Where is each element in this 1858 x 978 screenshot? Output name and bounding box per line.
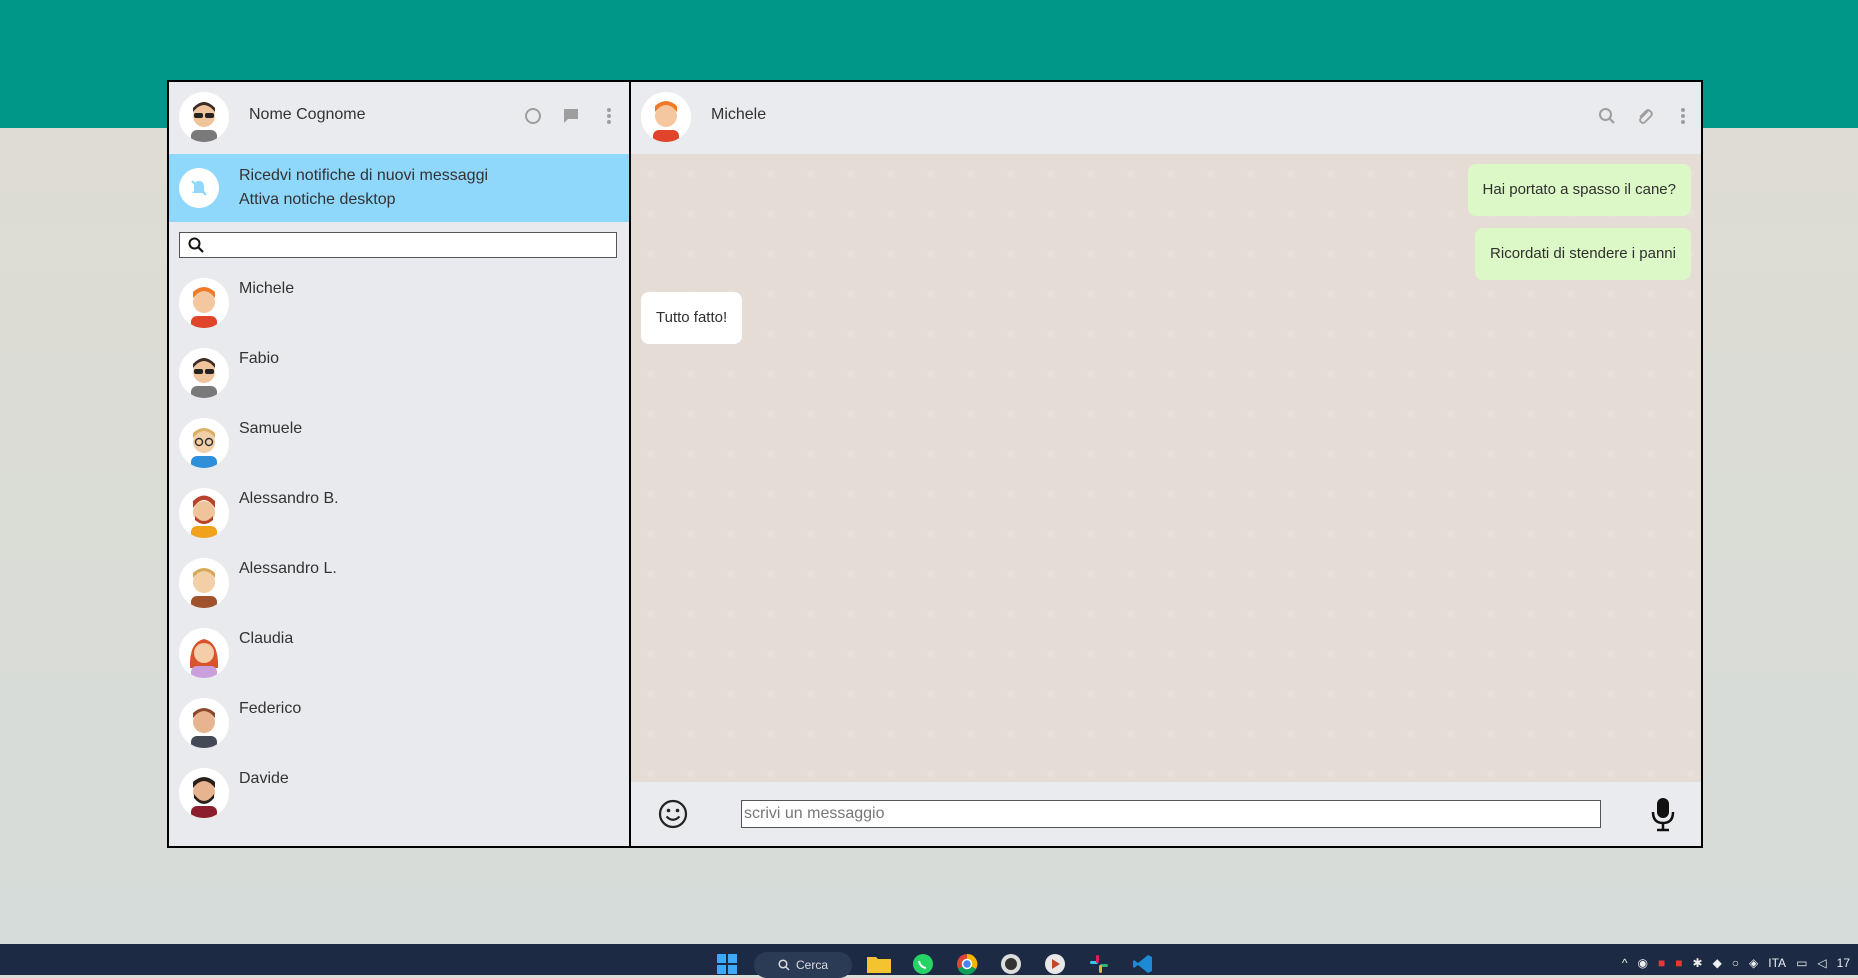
paperclip-icon[interactable] bbox=[1635, 106, 1655, 126]
contact-avatar bbox=[179, 278, 229, 328]
contact-avatar bbox=[179, 558, 229, 608]
contact-item-claudia[interactable]: Claudia bbox=[169, 620, 629, 690]
contact-name: Michele bbox=[239, 280, 295, 297]
tray-app-icon[interactable]: ■ bbox=[1658, 956, 1665, 970]
sidebar: Nome Cognome Ricedvi notifiche di nuovi … bbox=[169, 82, 631, 846]
chrome-icon[interactable] bbox=[954, 953, 980, 975]
contact-name: Federico bbox=[239, 700, 302, 717]
menu-dots-icon[interactable] bbox=[599, 106, 619, 126]
status-icon[interactable] bbox=[523, 106, 543, 126]
contact-avatar bbox=[179, 488, 229, 538]
windows-start-icon[interactable] bbox=[716, 954, 738, 974]
media-player-icon[interactable] bbox=[1042, 954, 1068, 974]
contact-name: Fabio bbox=[239, 350, 280, 367]
new-chat-icon[interactable] bbox=[561, 106, 581, 126]
user-name: Nome Cognome bbox=[249, 106, 366, 123]
system-tray: ^ ◉ ■ ■ ✱ ◆ ○ ◈ ITA ▭ ◁ 17 bbox=[1622, 956, 1858, 970]
contact-avatar bbox=[179, 698, 229, 748]
chat-header: Michele bbox=[631, 82, 1701, 154]
contact-name: Alessandro L. bbox=[239, 560, 337, 577]
contact-item-samuele[interactable]: Samuele bbox=[169, 410, 629, 480]
contact-name: Samuele bbox=[239, 420, 303, 437]
contact-avatar bbox=[179, 768, 229, 818]
contact-name: Claudia bbox=[239, 630, 294, 647]
contact-item-federico[interactable]: Federico bbox=[169, 690, 629, 760]
clock-time[interactable]: 17 bbox=[1837, 956, 1850, 970]
contact-item-alessandro-l[interactable]: Alessandro L. bbox=[169, 550, 629, 620]
contact-avatar bbox=[179, 418, 229, 468]
chat-app: Nome Cognome Ricedvi notifiche di nuovi … bbox=[167, 80, 1703, 848]
taskbar-search-label: Cerca bbox=[795, 958, 828, 972]
message-bubble-sent: Ricordati di stendere i panni bbox=[1475, 228, 1691, 280]
contact-name: Davide bbox=[239, 770, 289, 787]
steam-icon[interactable]: ◉ bbox=[1638, 956, 1648, 970]
user-avatar[interactable] bbox=[179, 92, 229, 142]
slack-tray-icon[interactable]: ✱ bbox=[1693, 956, 1703, 970]
search-icon bbox=[778, 959, 790, 971]
circle-icon[interactable]: ○ bbox=[1732, 956, 1739, 970]
tray-app-icon[interactable]: ■ bbox=[1675, 956, 1682, 970]
composer bbox=[631, 782, 1701, 846]
emoji-icon[interactable] bbox=[657, 798, 689, 830]
chevron-up-icon[interactable]: ^ bbox=[1622, 956, 1628, 970]
file-explorer-icon[interactable] bbox=[866, 954, 892, 974]
message-bubble-sent: Hai portato a spasso il cane? bbox=[1467, 164, 1691, 216]
message-list: Hai portato a spasso il cane? Ricordati … bbox=[631, 154, 1701, 782]
notification-banner[interactable]: Ricedvi notifiche di nuovi messaggi Atti… bbox=[169, 154, 629, 222]
volume-icon[interactable]: ◁ bbox=[1817, 956, 1826, 970]
chat-contact-name: Michele bbox=[711, 106, 767, 123]
os-taskbar: Cerca ^ ◉ ■ ■ ✱ ◆ ○ ◈ ITA ▭ ◁ 17 bbox=[0, 944, 1858, 978]
whatsapp-icon[interactable] bbox=[910, 954, 936, 974]
menu-dots-icon[interactable] bbox=[1673, 106, 1693, 126]
message-bubble-received: Tutto fatto! bbox=[641, 292, 743, 344]
shield-icon[interactable]: ◈ bbox=[1749, 956, 1758, 970]
notification-link[interactable]: Attiva notiche desktop bbox=[239, 191, 396, 209]
search-input[interactable] bbox=[210, 235, 614, 257]
slack-icon[interactable] bbox=[1086, 954, 1112, 974]
contact-item-davide[interactable]: Davide bbox=[169, 760, 629, 830]
contact-search bbox=[179, 232, 617, 258]
sidebar-header-actions bbox=[523, 106, 619, 126]
contact-item-alessandro-b[interactable]: Alessandro B. bbox=[169, 480, 629, 550]
dropbox-icon[interactable]: ◆ bbox=[1713, 956, 1722, 970]
contact-avatar bbox=[179, 348, 229, 398]
chat-header-actions bbox=[1597, 106, 1693, 126]
notification-title: Ricedvi notifiche di nuovi messaggi bbox=[239, 167, 489, 184]
taskbar-search[interactable]: Cerca bbox=[754, 952, 852, 978]
vscode-icon[interactable] bbox=[1130, 954, 1156, 974]
search-icon bbox=[188, 237, 204, 253]
contact-avatar bbox=[179, 628, 229, 678]
chat-contact-avatar[interactable] bbox=[641, 92, 691, 142]
microphone-icon[interactable] bbox=[1649, 796, 1677, 832]
bell-off-icon bbox=[179, 168, 219, 208]
chat-panel: Michele Hai portato a spasso il cane? Ri… bbox=[631, 82, 1701, 846]
message-input[interactable] bbox=[741, 800, 1601, 828]
contact-item-michele[interactable]: Michele bbox=[169, 270, 629, 340]
search-icon[interactable] bbox=[1597, 106, 1617, 126]
contact-name: Alessandro B. bbox=[239, 490, 339, 507]
language-indicator[interactable]: ITA bbox=[1768, 956, 1786, 970]
contact-item-fabio[interactable]: Fabio bbox=[169, 340, 629, 410]
github-icon[interactable] bbox=[998, 954, 1024, 974]
monitor-icon[interactable]: ▭ bbox=[1796, 956, 1807, 970]
sidebar-header: Nome Cognome bbox=[169, 82, 629, 154]
